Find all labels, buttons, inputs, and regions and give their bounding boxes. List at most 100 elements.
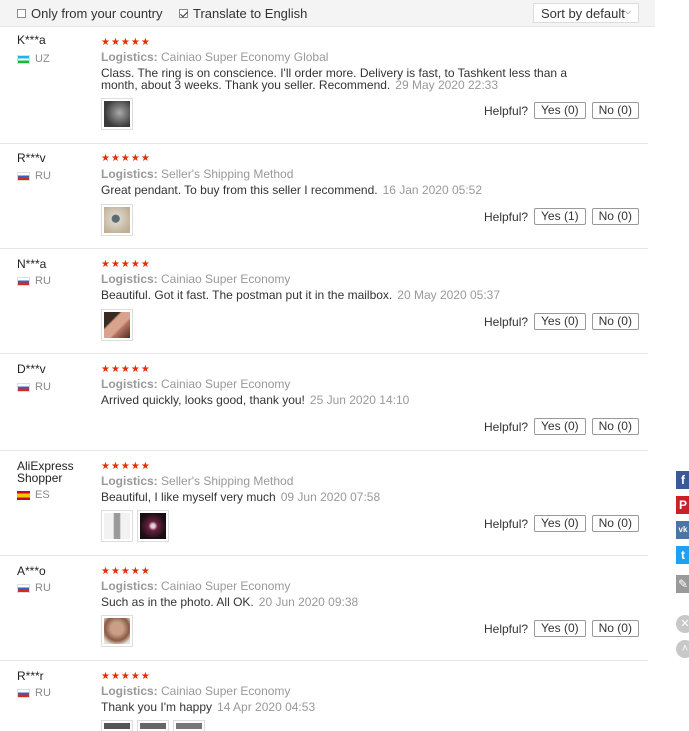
helpful-yes-button[interactable]: Yes (0) [534, 102, 586, 119]
reviewer-country: RU [17, 582, 51, 594]
helpful-label: Helpful? [484, 209, 529, 224]
helpful-no-button[interactable]: No (0) [591, 515, 639, 532]
reviewer-country: RU [17, 687, 51, 699]
checkbox-box-checked[interactable] [179, 9, 188, 18]
only-country-label: Only from your country [31, 6, 163, 21]
helpful-yes-button[interactable]: Yes (1) [534, 208, 586, 225]
flag-icon [17, 382, 30, 392]
review-item: D***v RU ★★★★★ Logistics: Cainiao Super … [0, 354, 648, 451]
helpful-no-button[interactable]: No (0) [591, 102, 639, 119]
flag-icon [17, 490, 30, 500]
flag-icon [17, 276, 30, 286]
sort-dropdown[interactable]: Sort by default ⌵ [533, 3, 639, 23]
star-rating: ★★★★★ [101, 461, 151, 472]
helpful-label: Helpful? [484, 419, 529, 434]
helpful-no-button[interactable]: No (0) [591, 208, 639, 225]
helpful-label: Helpful? [484, 621, 529, 636]
reviewer-country: RU [17, 381, 51, 393]
pinterest-share-icon[interactable]: P [676, 496, 689, 514]
logistics-info: Logistics: Cainiao Super Economy [101, 377, 291, 391]
logistics-info: Logistics: Seller's Shipping Method [101, 474, 294, 488]
close-icon[interactable]: ✕ [676, 615, 689, 633]
helpful-yes-button[interactable]: Yes (0) [534, 418, 586, 435]
helpful-no-button[interactable]: No (0) [591, 313, 639, 330]
sort-label: Sort by default [541, 6, 625, 21]
review-date: 20 Jun 2020 09:38 [258, 595, 359, 609]
review-text: Arrived quickly, looks good, thank you! 2… [101, 393, 410, 407]
logistics-info: Logistics: Cainiao Super Economy [101, 579, 291, 593]
helpful-yes-button[interactable]: Yes (0) [534, 620, 586, 637]
helpful-label: Helpful? [484, 314, 529, 329]
helpful-votes: Helpful? Yes (0) No (0) [484, 313, 639, 330]
reviewer-name: R***r [17, 669, 44, 683]
review-item: A***o RU ★★★★★ Logistics: Cainiao Super … [0, 556, 648, 661]
star-rating: ★★★★★ [101, 153, 151, 164]
helpful-no-button[interactable]: No (0) [591, 418, 639, 435]
review-date: 25 Jun 2020 14:10 [309, 393, 410, 407]
helpful-votes: Helpful? Yes (0) No (0) [484, 620, 639, 637]
logistics-info: Logistics: Cainiao Super Economy Global [101, 50, 329, 64]
reviewer-name: N***a [17, 257, 47, 271]
review-photo[interactable] [101, 309, 133, 341]
review-photo[interactable] [101, 98, 133, 130]
helpful-yes-button[interactable]: Yes (0) [534, 515, 586, 532]
review-date: 20 May 2020 05:37 [397, 288, 501, 302]
review-photo[interactable] [101, 510, 133, 542]
reviewer-country: RU [17, 170, 51, 182]
review-photo[interactable] [101, 615, 133, 647]
reviewer-name: AliExpress Shopper [17, 459, 74, 485]
review-photo[interactable] [137, 510, 169, 542]
review-text: Such as in the photo. All OK. 20 Jun 2020… [101, 595, 359, 609]
review-text: Beautiful, I like myself very much 09 Jun… [101, 490, 381, 504]
flag-icon [17, 171, 30, 181]
logistics-info: Logistics: Cainiao Super Economy [101, 684, 291, 698]
review-item: N***a RU ★★★★★ Logistics: Cainiao Super … [0, 249, 648, 354]
reviewer-country: RU [17, 275, 51, 287]
review-text: Beautiful. Got it fast. The postman put … [101, 288, 501, 302]
review-item: R***r RU ★★★★★ Logistics: Cainiao Super … [0, 661, 648, 731]
review-photo[interactable] [101, 720, 133, 731]
review-date: 16 Jan 2020 05:52 [382, 183, 482, 197]
helpful-label: Helpful? [484, 516, 529, 531]
reviewer-country: UZ [17, 53, 50, 65]
helpful-label: Helpful? [484, 103, 529, 118]
only-country-checkbox[interactable]: Only from your country [17, 6, 163, 21]
reviewer-country: ES [17, 489, 50, 501]
checkbox-box[interactable] [17, 9, 26, 18]
review-date: 29 May 2020 22:33 [395, 78, 499, 92]
star-rating: ★★★★★ [101, 37, 151, 48]
review-item: AliExpress Shopper ES ★★★★★ Logistics: S… [0, 451, 648, 556]
helpful-votes: Helpful? Yes (0) No (0) [484, 102, 639, 119]
reviewer-name: K***a [17, 33, 46, 47]
translate-checkbox[interactable]: Translate to English [179, 6, 307, 21]
review-date: 14 Apr 2020 04:53 [217, 700, 316, 714]
review-text: Great pendant. To buy from this seller I… [101, 183, 482, 197]
flag-icon [17, 688, 30, 698]
review-photo[interactable] [137, 720, 169, 731]
twitter-share-icon[interactable]: t [676, 546, 689, 564]
logistics-info: Logistics: Cainiao Super Economy [101, 272, 291, 286]
review-text: Thank you I'm happy 14 Apr 2020 04:53 [101, 700, 316, 714]
vk-share-icon[interactable]: vk [676, 521, 689, 539]
review-text: Class. The ring is on conscience. I'll o… [101, 66, 568, 92]
star-rating: ★★★★★ [101, 364, 151, 375]
reviewer-name: R***v [17, 151, 46, 165]
review-photo[interactable] [101, 204, 133, 236]
star-rating: ★★★★★ [101, 259, 151, 270]
scroll-top-icon[interactable]: ˄ [676, 640, 689, 658]
helpful-votes: Helpful? Yes (1) No (0) [484, 208, 639, 225]
star-rating: ★★★★★ [101, 566, 151, 577]
review-item: R***v RU ★★★★★ Logistics: Seller's Shipp… [0, 144, 648, 249]
flag-icon [17, 583, 30, 593]
review-photo[interactable] [173, 720, 205, 731]
facebook-share-icon[interactable]: f [676, 471, 689, 489]
review-item: K***a UZ ★★★★★ Logistics: Cainiao Super … [0, 27, 648, 144]
reviewer-name: A***o [17, 564, 46, 578]
translate-label: Translate to English [193, 6, 308, 21]
filter-bar: Only from your country Translate to Engl… [0, 0, 655, 27]
edit-icon[interactable]: ✎ [676, 575, 689, 593]
helpful-yes-button[interactable]: Yes (0) [534, 313, 586, 330]
helpful-no-button[interactable]: No (0) [591, 620, 639, 637]
star-rating: ★★★★★ [101, 671, 151, 682]
helpful-votes: Helpful? Yes (0) No (0) [484, 418, 639, 435]
